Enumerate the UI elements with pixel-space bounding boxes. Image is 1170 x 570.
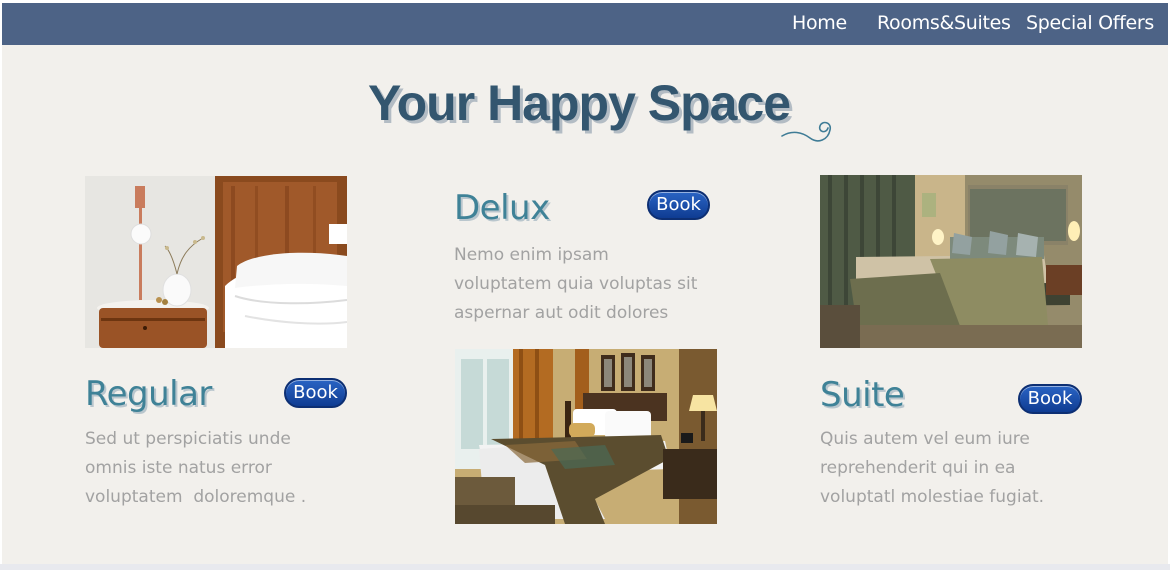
delux-room-description: Nemo enim ipsam voluptatem quia voluptas… [454, 245, 698, 323]
page-title: Your Happy Space [368, 75, 791, 131]
nav-rooms-suites-link[interactable]: Rooms&Suites [877, 12, 1011, 34]
top-nav-bar: Home Rooms&Suites Special Offers [2, 3, 1168, 45]
delux-book-button[interactable]: Book [647, 190, 710, 220]
suite-room-photo [820, 175, 1082, 348]
regular-book-button[interactable]: Book [284, 378, 347, 408]
suite-book-button[interactable]: Book [1018, 384, 1082, 414]
delux-room-photo [455, 349, 717, 524]
delux-room-title: Delux [454, 188, 550, 228]
suite-room-description: Quis autem vel eum iure reprehenderit qu… [820, 429, 1045, 507]
nav-home-link[interactable]: Home [792, 12, 847, 34]
regular-room-title: Regular [85, 374, 212, 414]
suite-room-title: Suite [820, 375, 905, 415]
nav-special-offers-link[interactable]: Special Offers [1026, 12, 1154, 34]
page: Home Rooms&Suites Special Offers Your Ha… [0, 0, 1170, 570]
bottom-divider [0, 564, 1170, 570]
regular-room-photo [85, 176, 347, 348]
swirl-icon [781, 121, 832, 142]
regular-room-description: Sed ut perspiciatis unde omnis iste natu… [85, 429, 307, 507]
